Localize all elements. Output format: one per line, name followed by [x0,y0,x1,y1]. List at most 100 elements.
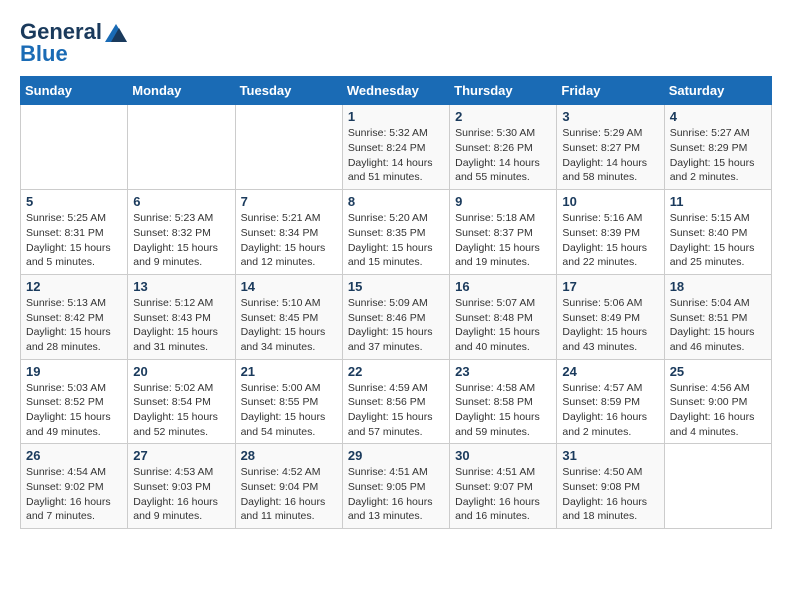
day-number: 29 [348,448,444,463]
logo: General Blue [20,20,127,66]
day-info: Sunrise: 5:29 AM Sunset: 8:27 PM Dayligh… [562,126,658,185]
calendar-week-row: 1 Sunrise: 5:32 AM Sunset: 8:24 PM Daylig… [21,105,772,190]
day-info: Sunrise: 5:21 AM Sunset: 8:34 PM Dayligh… [241,211,337,270]
calendar-day-cell: 18 Sunrise: 5:04 AM Sunset: 8:51 PM Dayli… [664,274,771,359]
calendar-day-cell: 1 Sunrise: 5:32 AM Sunset: 8:24 PM Daylig… [342,105,449,190]
calendar-day-cell: 4 Sunrise: 5:27 AM Sunset: 8:29 PM Daylig… [664,105,771,190]
day-info: Sunrise: 4:59 AM Sunset: 8:56 PM Dayligh… [348,381,444,440]
day-info: Sunrise: 4:57 AM Sunset: 8:59 PM Dayligh… [562,381,658,440]
calendar-header-row: SundayMondayTuesdayWednesdayThursdayFrid… [21,77,772,105]
calendar-day-cell: 14 Sunrise: 5:10 AM Sunset: 8:45 PM Dayli… [235,274,342,359]
calendar-day-cell: 21Sunrise: 5:00 AM Sunset: 8:55 PM Dayli… [235,359,342,444]
day-number: 11 [670,194,766,209]
day-info: Sunrise: 4:51 AM Sunset: 9:05 PM Dayligh… [348,465,444,524]
day-info: Sunrise: 5:09 AM Sunset: 8:46 PM Dayligh… [348,296,444,355]
day-number: 8 [348,194,444,209]
day-number: 17 [562,279,658,294]
calendar-day-cell: 17 Sunrise: 5:06 AM Sunset: 8:49 PM Dayli… [557,274,664,359]
day-number: 6 [133,194,229,209]
day-info: Sunrise: 5:12 AM Sunset: 8:43 PM Dayligh… [133,296,229,355]
calendar-day-cell: 15Sunrise: 5:09 AM Sunset: 8:46 PM Dayli… [342,274,449,359]
calendar-day-cell: 24 Sunrise: 4:57 AM Sunset: 8:59 PM Dayli… [557,359,664,444]
calendar-day-cell: 12 Sunrise: 5:13 AM Sunset: 8:42 PM Dayli… [21,274,128,359]
day-info: Sunrise: 5:15 AM Sunset: 8:40 PM Dayligh… [670,211,766,270]
day-info: Sunrise: 4:54 AM Sunset: 9:02 PM Dayligh… [26,465,122,524]
day-number: 1 [348,109,444,124]
day-info: Sunrise: 5:07 AM Sunset: 8:48 PM Dayligh… [455,296,551,355]
day-number: 13 [133,279,229,294]
calendar-day-cell: 2 Sunrise: 5:30 AM Sunset: 8:26 PM Daylig… [450,105,557,190]
calendar-day-cell: 6 Sunrise: 5:23 AM Sunset: 8:32 PM Daylig… [128,190,235,275]
day-info: Sunrise: 5:20 AM Sunset: 8:35 PM Dayligh… [348,211,444,270]
day-number: 10 [562,194,658,209]
day-of-week-header: Monday [128,77,235,105]
calendar-day-cell: 5 Sunrise: 5:25 AM Sunset: 8:31 PM Daylig… [21,190,128,275]
calendar-table: SundayMondayTuesdayWednesdayThursdayFrid… [20,76,772,529]
day-info: Sunrise: 5:02 AM Sunset: 8:54 PM Dayligh… [133,381,229,440]
day-info: Sunrise: 5:18 AM Sunset: 8:37 PM Dayligh… [455,211,551,270]
day-number: 12 [26,279,122,294]
day-number: 2 [455,109,551,124]
calendar-day-cell: 19Sunrise: 5:03 AM Sunset: 8:52 PM Dayli… [21,359,128,444]
calendar-day-cell [128,105,235,190]
day-of-week-header: Saturday [664,77,771,105]
day-info: Sunrise: 4:50 AM Sunset: 9:08 PM Dayligh… [562,465,658,524]
day-info: Sunrise: 5:25 AM Sunset: 8:31 PM Dayligh… [26,211,122,270]
day-info: Sunrise: 4:51 AM Sunset: 9:07 PM Dayligh… [455,465,551,524]
logo-blue: Blue [20,42,68,66]
day-of-week-header: Wednesday [342,77,449,105]
day-info: Sunrise: 5:23 AM Sunset: 8:32 PM Dayligh… [133,211,229,270]
day-of-week-header: Thursday [450,77,557,105]
calendar-day-cell: 20 Sunrise: 5:02 AM Sunset: 8:54 PM Dayli… [128,359,235,444]
day-number: 20 [133,364,229,379]
page-header: General Blue [20,20,772,66]
day-info: Sunrise: 5:04 AM Sunset: 8:51 PM Dayligh… [670,296,766,355]
calendar-day-cell: 28 Sunrise: 4:52 AM Sunset: 9:04 PM Dayli… [235,444,342,529]
calendar-day-cell: 25Sunrise: 4:56 AM Sunset: 9:00 PM Dayli… [664,359,771,444]
calendar-day-cell: 30 Sunrise: 4:51 AM Sunset: 9:07 PM Dayli… [450,444,557,529]
day-number: 31 [562,448,658,463]
day-number: 24 [562,364,658,379]
calendar-day-cell [664,444,771,529]
day-number: 27 [133,448,229,463]
calendar-day-cell: 7 Sunrise: 5:21 AM Sunset: 8:34 PM Daylig… [235,190,342,275]
day-number: 5 [26,194,122,209]
day-number: 16 [455,279,551,294]
day-info: Sunrise: 5:16 AM Sunset: 8:39 PM Dayligh… [562,211,658,270]
day-number: 4 [670,109,766,124]
day-number: 28 [241,448,337,463]
calendar-day-cell: 3Sunrise: 5:29 AM Sunset: 8:27 PM Daylig… [557,105,664,190]
calendar-day-cell: 29 Sunrise: 4:51 AM Sunset: 9:05 PM Dayli… [342,444,449,529]
calendar-day-cell [235,105,342,190]
calendar-day-cell: 23Sunrise: 4:58 AM Sunset: 8:58 PM Dayli… [450,359,557,444]
day-info: Sunrise: 4:52 AM Sunset: 9:04 PM Dayligh… [241,465,337,524]
day-number: 7 [241,194,337,209]
calendar-week-row: 26 Sunrise: 4:54 AM Sunset: 9:02 PM Dayli… [21,444,772,529]
calendar-day-cell: 8 Sunrise: 5:20 AM Sunset: 8:35 PM Daylig… [342,190,449,275]
day-info: Sunrise: 5:27 AM Sunset: 8:29 PM Dayligh… [670,126,766,185]
day-info: Sunrise: 4:58 AM Sunset: 8:58 PM Dayligh… [455,381,551,440]
calendar-day-cell: 27 Sunrise: 4:53 AM Sunset: 9:03 PM Dayli… [128,444,235,529]
calendar-day-cell: 26 Sunrise: 4:54 AM Sunset: 9:02 PM Dayli… [21,444,128,529]
calendar-day-cell: 31 Sunrise: 4:50 AM Sunset: 9:08 PM Dayli… [557,444,664,529]
day-info: Sunrise: 5:10 AM Sunset: 8:45 PM Dayligh… [241,296,337,355]
day-number: 18 [670,279,766,294]
day-number: 26 [26,448,122,463]
day-of-week-header: Sunday [21,77,128,105]
calendar-day-cell [21,105,128,190]
day-info: Sunrise: 4:56 AM Sunset: 9:00 PM Dayligh… [670,381,766,440]
day-number: 14 [241,279,337,294]
day-info: Sunrise: 5:30 AM Sunset: 8:26 PM Dayligh… [455,126,551,185]
day-number: 9 [455,194,551,209]
day-info: Sunrise: 4:53 AM Sunset: 9:03 PM Dayligh… [133,465,229,524]
day-info: Sunrise: 5:32 AM Sunset: 8:24 PM Dayligh… [348,126,444,185]
day-info: Sunrise: 5:13 AM Sunset: 8:42 PM Dayligh… [26,296,122,355]
day-number: 22 [348,364,444,379]
calendar-day-cell: 10 Sunrise: 5:16 AM Sunset: 8:39 PM Dayli… [557,190,664,275]
day-info: Sunrise: 5:03 AM Sunset: 8:52 PM Dayligh… [26,381,122,440]
calendar-day-cell: 22 Sunrise: 4:59 AM Sunset: 8:56 PM Dayli… [342,359,449,444]
day-number: 30 [455,448,551,463]
day-number: 21 [241,364,337,379]
calendar-week-row: 12 Sunrise: 5:13 AM Sunset: 8:42 PM Dayli… [21,274,772,359]
day-info: Sunrise: 5:06 AM Sunset: 8:49 PM Dayligh… [562,296,658,355]
